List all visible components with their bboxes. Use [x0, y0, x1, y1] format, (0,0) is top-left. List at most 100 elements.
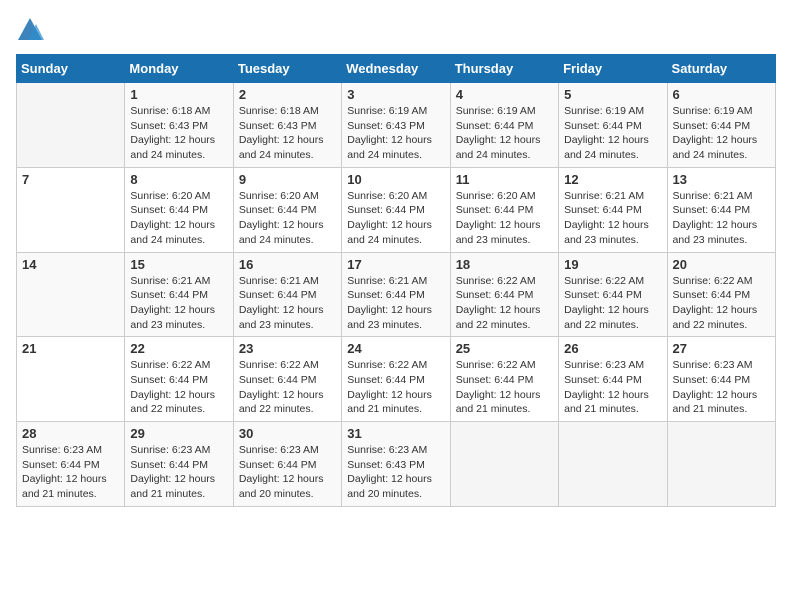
day-number: 27 — [673, 341, 770, 356]
day-info: Sunrise: 6:20 AM Sunset: 6:44 PM Dayligh… — [130, 189, 227, 248]
day-number: 20 — [673, 257, 770, 272]
calendar-cell: 22 Sunrise: 6:22 AM Sunset: 6:44 PM Dayli… — [125, 337, 233, 422]
day-info: Sunrise: 6:23 AM Sunset: 6:44 PM Dayligh… — [564, 358, 661, 417]
day-info: Sunrise: 6:23 AM Sunset: 6:44 PM Dayligh… — [22, 443, 119, 502]
day-info: Sunrise: 6:23 AM Sunset: 6:44 PM Dayligh… — [239, 443, 336, 502]
day-number: 22 — [130, 341, 227, 356]
calendar-cell: 25 Sunrise: 6:22 AM Sunset: 6:44 PM Dayli… — [450, 337, 558, 422]
calendar-cell: 7 — [17, 167, 125, 252]
day-number: 9 — [239, 172, 336, 187]
day-info: Sunrise: 6:22 AM Sunset: 6:44 PM Dayligh… — [130, 358, 227, 417]
calendar-cell: 13 Sunrise: 6:21 AM Sunset: 6:44 PM Dayli… — [667, 167, 775, 252]
logo-icon — [16, 16, 44, 44]
day-info: Sunrise: 6:19 AM Sunset: 6:44 PM Dayligh… — [673, 104, 770, 163]
column-header-friday: Friday — [559, 55, 667, 83]
day-number: 10 — [347, 172, 444, 187]
calendar-cell — [17, 83, 125, 168]
column-header-monday: Monday — [125, 55, 233, 83]
calendar-cell: 30 Sunrise: 6:23 AM Sunset: 6:44 PM Dayli… — [233, 422, 341, 507]
calendar-cell: 18 Sunrise: 6:22 AM Sunset: 6:44 PM Dayli… — [450, 252, 558, 337]
calendar-cell — [559, 422, 667, 507]
day-number: 25 — [456, 341, 553, 356]
day-info: Sunrise: 6:21 AM Sunset: 6:44 PM Dayligh… — [239, 274, 336, 333]
calendar-cell: 17 Sunrise: 6:21 AM Sunset: 6:44 PM Dayli… — [342, 252, 450, 337]
day-number: 7 — [22, 172, 119, 187]
calendar-cell: 6Sunrise: 6:19 AM Sunset: 6:44 PM Daylig… — [667, 83, 775, 168]
day-info: Sunrise: 6:21 AM Sunset: 6:44 PM Dayligh… — [673, 189, 770, 248]
calendar-cell: 1Sunrise: 6:18 AM Sunset: 6:43 PM Daylig… — [125, 83, 233, 168]
day-info: Sunrise: 6:22 AM Sunset: 6:44 PM Dayligh… — [239, 358, 336, 417]
day-info: Sunrise: 6:21 AM Sunset: 6:44 PM Dayligh… — [347, 274, 444, 333]
day-number: 19 — [564, 257, 661, 272]
calendar-cell: 15Sunrise: 6:21 AM Sunset: 6:44 PM Dayli… — [125, 252, 233, 337]
day-number: 29 — [130, 426, 227, 441]
calendar-cell — [667, 422, 775, 507]
calendar-cell: 26 Sunrise: 6:23 AM Sunset: 6:44 PM Dayli… — [559, 337, 667, 422]
day-number: 14 — [22, 257, 119, 272]
day-info: Sunrise: 6:22 AM Sunset: 6:44 PM Dayligh… — [347, 358, 444, 417]
column-header-tuesday: Tuesday — [233, 55, 341, 83]
day-number: 13 — [673, 172, 770, 187]
day-number: 17 — [347, 257, 444, 272]
calendar-cell: 27 Sunrise: 6:23 AM Sunset: 6:44 PM Dayli… — [667, 337, 775, 422]
calendar-cell: 2 Sunrise: 6:18 AM Sunset: 6:43 PM Daylig… — [233, 83, 341, 168]
day-number: 12 — [564, 172, 661, 187]
day-number: 2 — [239, 87, 336, 102]
calendar-cell: 16 Sunrise: 6:21 AM Sunset: 6:44 PM Dayli… — [233, 252, 341, 337]
calendar-cell: 10 Sunrise: 6:20 AM Sunset: 6:44 PM Dayli… — [342, 167, 450, 252]
day-number: 1 — [130, 87, 227, 102]
day-number: 8 — [130, 172, 227, 187]
day-info: Sunrise: 6:20 AM Sunset: 6:44 PM Dayligh… — [456, 189, 553, 248]
day-info: Sunrise: 6:20 AM Sunset: 6:44 PM Dayligh… — [239, 189, 336, 248]
day-info: Sunrise: 6:18 AM Sunset: 6:43 PM Dayligh… — [239, 104, 336, 163]
calendar-cell: 3Sunrise: 6:19 AM Sunset: 6:43 PM Daylig… — [342, 83, 450, 168]
day-number: 16 — [239, 257, 336, 272]
calendar-cell: 23Sunrise: 6:22 AM Sunset: 6:44 PM Dayli… — [233, 337, 341, 422]
day-info: Sunrise: 6:19 AM Sunset: 6:43 PM Dayligh… — [347, 104, 444, 163]
day-number: 31 — [347, 426, 444, 441]
calendar-cell: 9 Sunrise: 6:20 AM Sunset: 6:44 PM Daylig… — [233, 167, 341, 252]
day-info: Sunrise: 6:23 AM Sunset: 6:44 PM Dayligh… — [673, 358, 770, 417]
column-header-thursday: Thursday — [450, 55, 558, 83]
calendar-week-row: 28 Sunrise: 6:23 AM Sunset: 6:44 PM Dayli… — [17, 422, 776, 507]
day-info: Sunrise: 6:21 AM Sunset: 6:44 PM Dayligh… — [564, 189, 661, 248]
day-info: Sunrise: 6:23 AM Sunset: 6:43 PM Dayligh… — [347, 443, 444, 502]
day-info: Sunrise: 6:22 AM Sunset: 6:44 PM Dayligh… — [564, 274, 661, 333]
day-number: 24 — [347, 341, 444, 356]
calendar-cell: 28 Sunrise: 6:23 AM Sunset: 6:44 PM Dayli… — [17, 422, 125, 507]
calendar-week-row: 1 Sunrise: 6:18 AM Sunset: 6:43 PM Daylig… — [17, 83, 776, 168]
day-number: 21 — [22, 341, 119, 356]
day-number: 15 — [130, 257, 227, 272]
calendar-table: SundayMondayTuesdayWednesdayThursdayFrid… — [16, 54, 776, 507]
calendar-cell: 14 — [17, 252, 125, 337]
day-number: 5 — [564, 87, 661, 102]
calendar-cell: 20 Sunrise: 6:22 AM Sunset: 6:44 PM Dayli… — [667, 252, 775, 337]
page-header — [16, 16, 776, 44]
day-number: 11 — [456, 172, 553, 187]
day-number: 26 — [564, 341, 661, 356]
calendar-cell: 29Sunrise: 6:23 AM Sunset: 6:44 PM Dayli… — [125, 422, 233, 507]
calendar-header-row: SundayMondayTuesdayWednesdayThursdayFrid… — [17, 55, 776, 83]
calendar-cell: 8 Sunrise: 6:20 AM Sunset: 6:44 PM Daylig… — [125, 167, 233, 252]
day-number: 28 — [22, 426, 119, 441]
calendar-cell: 11 Sunrise: 6:20 AM Sunset: 6:44 PM Dayli… — [450, 167, 558, 252]
calendar-cell: 4Sunrise: 6:19 AM Sunset: 6:44 PM Daylig… — [450, 83, 558, 168]
calendar-week-row: 21 22 Sunrise: 6:22 AM Sunset: 6:44 PM Day… — [17, 337, 776, 422]
day-number: 30 — [239, 426, 336, 441]
calendar-cell: 21 — [17, 337, 125, 422]
day-info: Sunrise: 6:22 AM Sunset: 6:44 PM Dayligh… — [456, 274, 553, 333]
column-header-sunday: Sunday — [17, 55, 125, 83]
logo — [16, 16, 48, 44]
day-info: Sunrise: 6:22 AM Sunset: 6:44 PM Dayligh… — [673, 274, 770, 333]
calendar-cell: 5 Sunrise: 6:19 AM Sunset: 6:44 PM Daylig… — [559, 83, 667, 168]
calendar-cell: 31 Sunrise: 6:23 AM Sunset: 6:43 PM Dayli… — [342, 422, 450, 507]
column-header-wednesday: Wednesday — [342, 55, 450, 83]
calendar-cell: 19 Sunrise: 6:22 AM Sunset: 6:44 PM Dayli… — [559, 252, 667, 337]
day-info: Sunrise: 6:19 AM Sunset: 6:44 PM Dayligh… — [564, 104, 661, 163]
day-number: 4 — [456, 87, 553, 102]
calendar-cell: 24 Sunrise: 6:22 AM Sunset: 6:44 PM Dayli… — [342, 337, 450, 422]
day-info: Sunrise: 6:20 AM Sunset: 6:44 PM Dayligh… — [347, 189, 444, 248]
column-header-saturday: Saturday — [667, 55, 775, 83]
day-number: 18 — [456, 257, 553, 272]
day-info: Sunrise: 6:22 AM Sunset: 6:44 PM Dayligh… — [456, 358, 553, 417]
